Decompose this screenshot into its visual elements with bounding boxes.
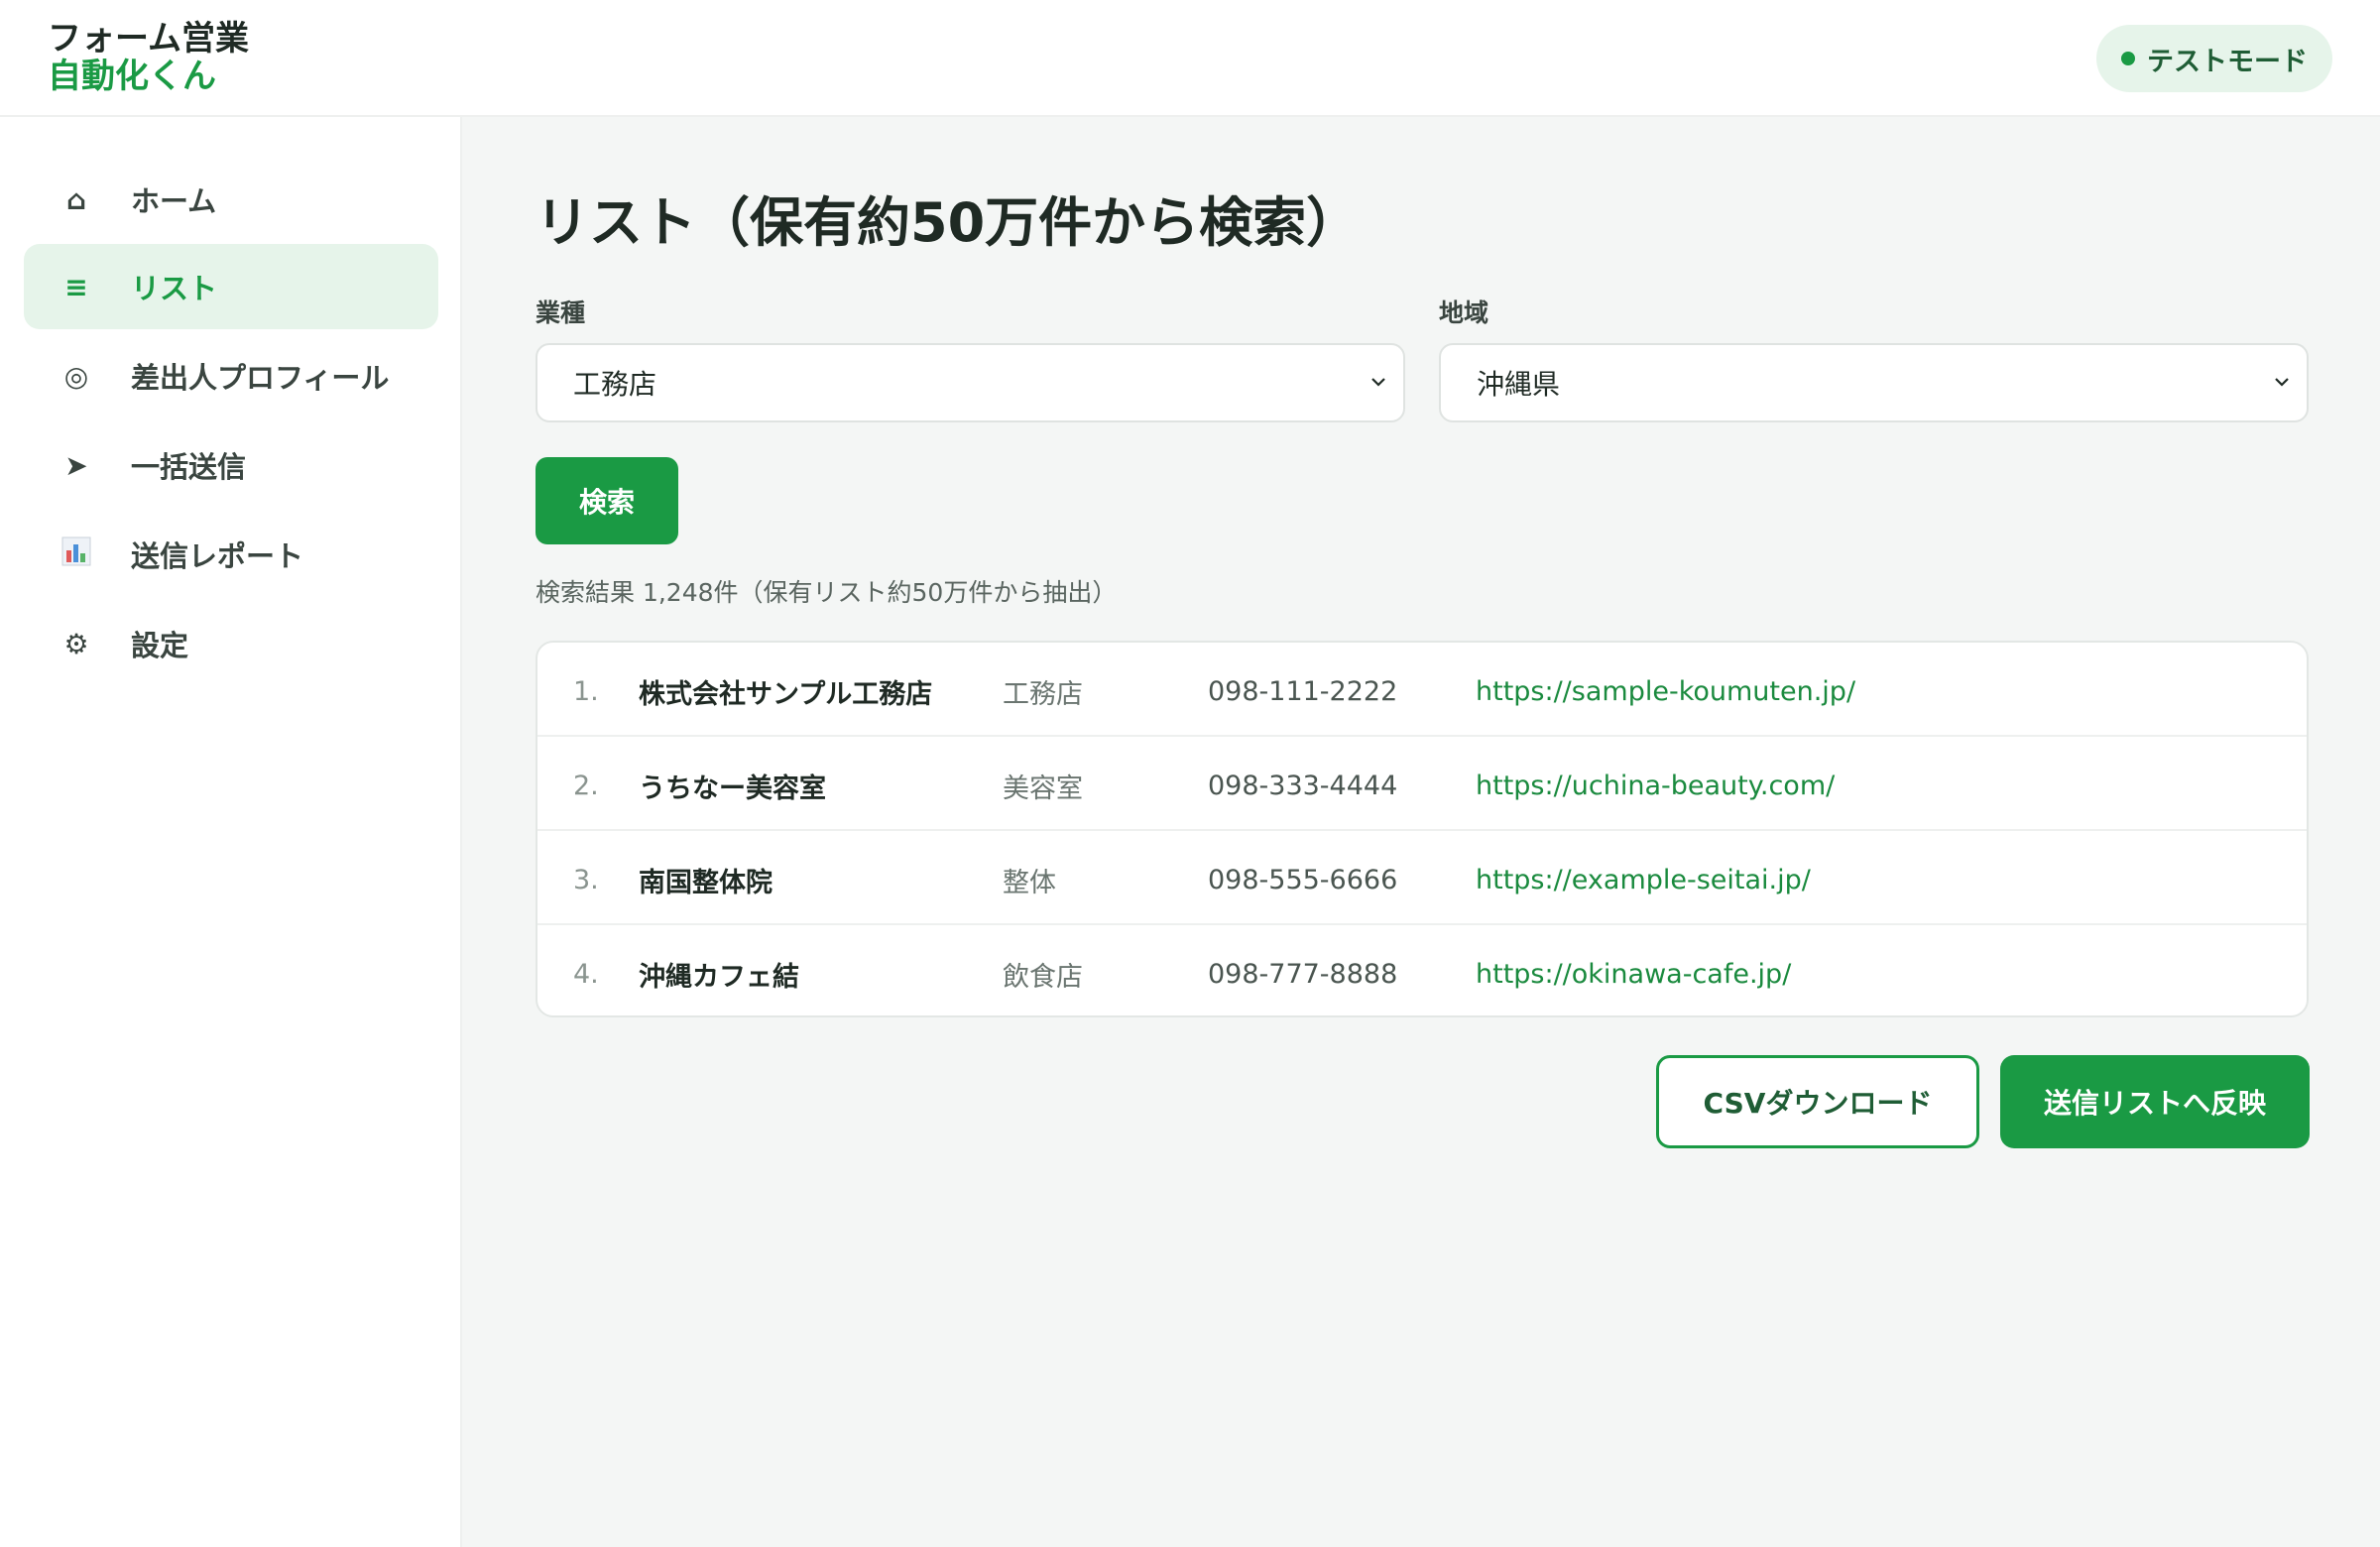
row-number: 4. <box>573 959 599 990</box>
sidebar-item-list[interactable]: ≡ リスト <box>24 244 438 329</box>
result-summary: 検索結果 1,248件（保有リスト約50万件から抽出） <box>536 578 1118 607</box>
website-link[interactable]: https://okinawa-cafe.jp/ <box>1476 959 1791 990</box>
row-number: 3. <box>573 865 599 895</box>
industry-category: 美容室 <box>1003 774 1083 804</box>
table-row[interactable]: 2. うちなー美容室 美容室 098-333-4444 https://uchi… <box>537 737 2307 831</box>
list-icon: ≡ <box>64 270 88 303</box>
csv-download-button[interactable]: CSVダウンロード <box>1656 1055 1979 1148</box>
status-dot-icon <box>2121 52 2135 65</box>
home-icon: ⌂ <box>65 182 87 216</box>
chevron-down-icon <box>2275 378 2289 387</box>
results-table: 1. 株式会社サンプル工務店 工務店 098-111-2222 https://… <box>536 641 2309 1017</box>
website-link[interactable]: https://example-seitai.jp/ <box>1476 865 1811 895</box>
row-number: 2. <box>573 771 599 801</box>
page-title: リスト（保有約50万件から検索） <box>536 191 1361 254</box>
sidebar: ⌂ ホーム ≡ リスト ◎ 差出人プロフィール ➤ 一括送信 送信レポート ⚙ … <box>0 117 462 1547</box>
region-select-value: 沖縄県 <box>1477 368 1561 401</box>
sidebar-item-home[interactable]: ⌂ ホーム <box>24 157 438 242</box>
sidebar-item-settings[interactable]: ⚙ 設定 <box>24 601 438 686</box>
test-mode-badge[interactable]: テストモード <box>2096 25 2332 92</box>
search-button[interactable]: 検索 <box>536 457 678 544</box>
table-row[interactable]: 4. 沖縄カフェ結 飲食店 098-777-8888 https://okina… <box>537 925 2307 1015</box>
phone-number: 098-777-8888 <box>1208 959 1398 990</box>
company-name: 株式会社サンプル工務店 <box>639 679 933 710</box>
sidebar-item-label: ホーム <box>131 184 217 218</box>
phone-number: 098-555-6666 <box>1208 865 1398 895</box>
sidebar-item-label: 差出人プロフィール <box>131 361 390 395</box>
send-icon: ➤ <box>64 448 88 482</box>
apply-to-send-list-button[interactable]: 送信リストへ反映 <box>2000 1055 2310 1148</box>
chevron-down-icon <box>1371 378 1385 387</box>
industry-category: 飲食店 <box>1003 962 1083 993</box>
profile-icon: ◎ <box>63 359 89 393</box>
sidebar-item-label: リスト <box>131 272 218 305</box>
sidebar-item-bulk-send[interactable]: ➤ 一括送信 <box>24 422 438 508</box>
report-chart-icon <box>54 536 99 573</box>
region-select[interactable]: 沖縄県 <box>1439 343 2309 422</box>
app-logo[interactable]: フォーム営業 自動化くん <box>48 20 249 95</box>
app-header: フォーム営業 自動化くん テストモード <box>0 0 2380 117</box>
website-link[interactable]: https://sample-koumuten.jp/ <box>1476 676 1855 707</box>
sidebar-item-label: 一括送信 <box>131 450 247 484</box>
test-mode-label: テストモード <box>2147 46 2308 77</box>
phone-number: 098-111-2222 <box>1208 676 1398 707</box>
gear-icon: ⚙ <box>63 627 89 660</box>
sidebar-item-label: 設定 <box>131 629 189 662</box>
company-name: うちなー美容室 <box>639 774 826 804</box>
sidebar-item-label: 送信レポート <box>131 539 304 573</box>
company-name: 沖縄カフェ結 <box>639 962 799 993</box>
industry-category: 工務店 <box>1003 679 1083 710</box>
table-row[interactable]: 1. 株式会社サンプル工務店 工務店 098-111-2222 https://… <box>537 643 2307 737</box>
website-link[interactable]: https://uchina-beauty.com/ <box>1476 771 1835 801</box>
phone-number: 098-333-4444 <box>1208 771 1398 801</box>
industry-select-value: 工務店 <box>573 368 657 401</box>
row-number: 1. <box>573 676 599 707</box>
sidebar-item-sender-profile[interactable]: ◎ 差出人プロフィール <box>24 333 438 418</box>
industry-label: 業種 <box>536 298 586 327</box>
logo-line1: フォーム営業 <box>48 19 249 59</box>
sidebar-item-send-report[interactable]: 送信レポート <box>24 512 438 597</box>
logo-line2: 自動化くん <box>48 57 216 96</box>
company-name: 南国整体院 <box>639 868 773 898</box>
industry-select[interactable]: 工務店 <box>536 343 1405 422</box>
table-row[interactable]: 3. 南国整体院 整体 098-555-6666 https://example… <box>537 831 2307 925</box>
region-label: 地域 <box>1439 298 1489 327</box>
industry-category: 整体 <box>1003 868 1056 898</box>
